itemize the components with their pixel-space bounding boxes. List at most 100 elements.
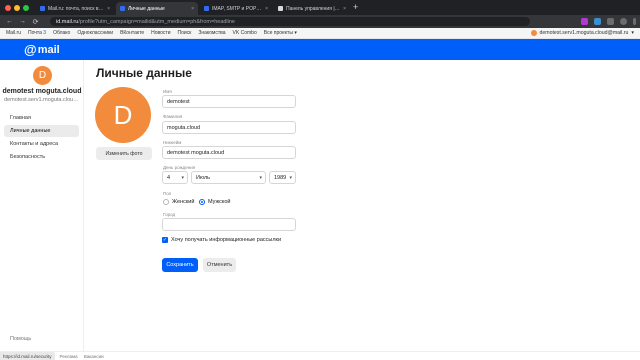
new-tab-icon[interactable]: + — [353, 2, 358, 13]
kebab-menu-icon[interactable] — [633, 18, 636, 25]
extension-icon[interactable] — [594, 18, 601, 25]
profile-avatar: D — [95, 87, 151, 143]
browser-tab-bar: Mail.ru: почта, поиск в интер... × Личны… — [0, 0, 640, 15]
gender-label: Пол — [163, 191, 172, 196]
last-name-field[interactable]: moguta.cloud — [162, 121, 296, 134]
forward-arrow-icon[interactable]: → — [19, 18, 26, 25]
status-bar: https://id.mail.ru/security Реклама Вака… — [0, 351, 640, 360]
account-email: demotest.serv1.moguta.cloud... — [4, 97, 80, 103]
gender-female-radio[interactable]: Женский — [163, 199, 194, 205]
birthday-label: День рождения — [163, 165, 196, 170]
newsletter-checkbox[interactable]: ✓ Хочу получать информационные рассылки — [162, 237, 281, 243]
page-title: Личные данные — [96, 66, 192, 80]
logo-at-sign: @ — [24, 42, 37, 57]
portal-link-all-projects[interactable]: Все проекты ▾ — [264, 30, 297, 36]
profile-icon[interactable] — [620, 18, 627, 25]
brand-bar: @ mail — [0, 39, 640, 60]
gender-male-label: Мужской — [208, 199, 231, 205]
day-value: 4 — [167, 174, 171, 181]
avatar: D — [33, 66, 52, 85]
save-button[interactable]: Сохранить — [162, 258, 198, 272]
gender-female-label: Женский — [172, 199, 195, 205]
change-photo-button[interactable]: Изменить фото — [96, 147, 152, 160]
chevron-down-icon: ▾ — [289, 175, 292, 181]
last-name-label: Фамилия — [163, 114, 183, 119]
account-name: demotest moguta.cloud — [2, 88, 82, 95]
portal-link-vk-combo[interactable]: VK Combo — [233, 30, 257, 36]
portal-link-label: Почта — [28, 30, 42, 36]
birthday-month-select[interactable]: Июль ▾ — [191, 171, 266, 184]
portal-link-dating[interactable]: Знакомства — [198, 30, 225, 36]
chevron-down-icon: ▾ — [181, 175, 184, 181]
maximize-window-button[interactable] — [23, 5, 29, 11]
first-name-field[interactable]: demotest — [162, 95, 296, 108]
tab-title: Личные данные — [128, 5, 165, 12]
radio-off-icon — [163, 199, 169, 205]
reload-icon[interactable]: ⟳ — [32, 18, 39, 26]
chevron-down-icon: ▾ — [259, 175, 262, 181]
checkmark-icon: ✓ — [162, 237, 168, 243]
back-arrow-icon[interactable]: ← — [6, 18, 13, 25]
portal-link-mail[interactable]: Почта 3 — [28, 30, 46, 36]
chevron-down-icon: ▾ — [631, 30, 634, 36]
sidebar: D demotest moguta.cloud demotest.serv1.m… — [0, 60, 84, 351]
portal-link-news[interactable]: Новости — [151, 30, 170, 36]
puzzle-icon[interactable] — [607, 18, 614, 25]
first-name-label: Имя — [163, 89, 172, 94]
user-avatar — [530, 30, 537, 36]
close-tab-icon[interactable]: × — [265, 6, 268, 12]
portal-link-vk[interactable]: ВКонтакте — [120, 30, 144, 36]
url-path: /profile?utm_campaign=mailid&utm_medium=… — [78, 18, 235, 25]
browser-tab-moguta-panel[interactable]: Панель управления | Mogut... × — [274, 2, 350, 15]
browser-extensions — [581, 17, 636, 26]
cancel-button[interactable]: Отменить — [203, 258, 236, 272]
mail-unread-badge: 3 — [43, 30, 47, 36]
city-field[interactable] — [162, 218, 296, 231]
year-value: 1989 — [274, 174, 287, 181]
minimize-window-button[interactable] — [14, 5, 20, 11]
close-tab-icon[interactable]: × — [191, 6, 194, 12]
tab-title: Панель управления | Mogut... — [286, 5, 341, 12]
radio-on-icon — [199, 199, 205, 205]
tab-title: Mail.ru: почта, поиск в интер... — [48, 5, 104, 12]
portal-link-search[interactable]: Поиск — [177, 30, 191, 36]
nickname-label: Никнейм — [163, 140, 182, 145]
tab-title: IMAP, SMTP и POP3 Mail.ru — — [212, 5, 262, 12]
portal-link-cloud[interactable]: Облако — [53, 30, 70, 36]
moguta-favicon-icon — [278, 6, 283, 11]
sidebar-item-contacts[interactable]: Контакты и адреса — [4, 138, 79, 150]
mailru-favicon-icon — [120, 6, 125, 11]
month-value: Июль — [196, 174, 211, 181]
logo-text: mail — [37, 43, 60, 56]
help-link[interactable]: Помощь — [10, 336, 31, 342]
city-label: Город — [163, 212, 176, 217]
chevron-down-icon: ▾ — [294, 30, 297, 36]
extension-icon[interactable] — [581, 18, 588, 25]
newsletter-label: Хочу получать информационные рассылки — [171, 237, 282, 243]
mailru-favicon-icon — [40, 6, 45, 11]
sidebar-item-home[interactable]: Главная — [4, 112, 79, 124]
browser-tab-mailru[interactable]: Mail.ru: почта, поиск в интер... × — [36, 2, 114, 15]
birthday-year-select[interactable]: 1989 ▾ — [269, 171, 296, 184]
footer-link-jobs[interactable]: Вакансии — [84, 354, 104, 359]
portal-link-label: Все проекты — [263, 30, 293, 36]
close-window-button[interactable] — [5, 5, 11, 11]
gender-male-radio[interactable]: Мужской — [199, 199, 230, 205]
sidebar-item-personal-data[interactable]: Личные данные — [4, 125, 79, 137]
browser-tab-imap[interactable]: IMAP, SMTP и POP3 Mail.ru — × — [200, 2, 272, 15]
mail-logo[interactable]: @ mail — [24, 42, 60, 57]
footer-link-ads[interactable]: Реклама — [60, 354, 78, 359]
close-tab-icon[interactable]: × — [343, 6, 346, 12]
browser-tab-personal-data[interactable]: Личные данные × — [116, 2, 198, 15]
birthday-day-select[interactable]: 4 ▾ — [162, 171, 188, 184]
portal-nav: Mail.ru Почта 3 Облако Одноклассники ВКо… — [0, 28, 640, 39]
sidebar-item-security[interactable]: Безопасность — [4, 151, 79, 163]
portal-link-ok[interactable]: Одноклассники — [77, 30, 113, 36]
address-bar[interactable]: id.mail.ru /profile?utm_campaign=mailid&… — [50, 17, 530, 26]
mailru-favicon-icon — [204, 6, 209, 11]
nickname-field[interactable]: demotest moguta.cloud — [162, 146, 296, 159]
user-menu[interactable]: demotest.serv1.moguta.cloud@mail.ru ▾ — [530, 30, 634, 36]
portal-link-mailru[interactable]: Mail.ru — [6, 30, 21, 36]
user-email: demotest.serv1.moguta.cloud@mail.ru — [539, 30, 629, 36]
close-tab-icon[interactable]: × — [107, 6, 110, 12]
